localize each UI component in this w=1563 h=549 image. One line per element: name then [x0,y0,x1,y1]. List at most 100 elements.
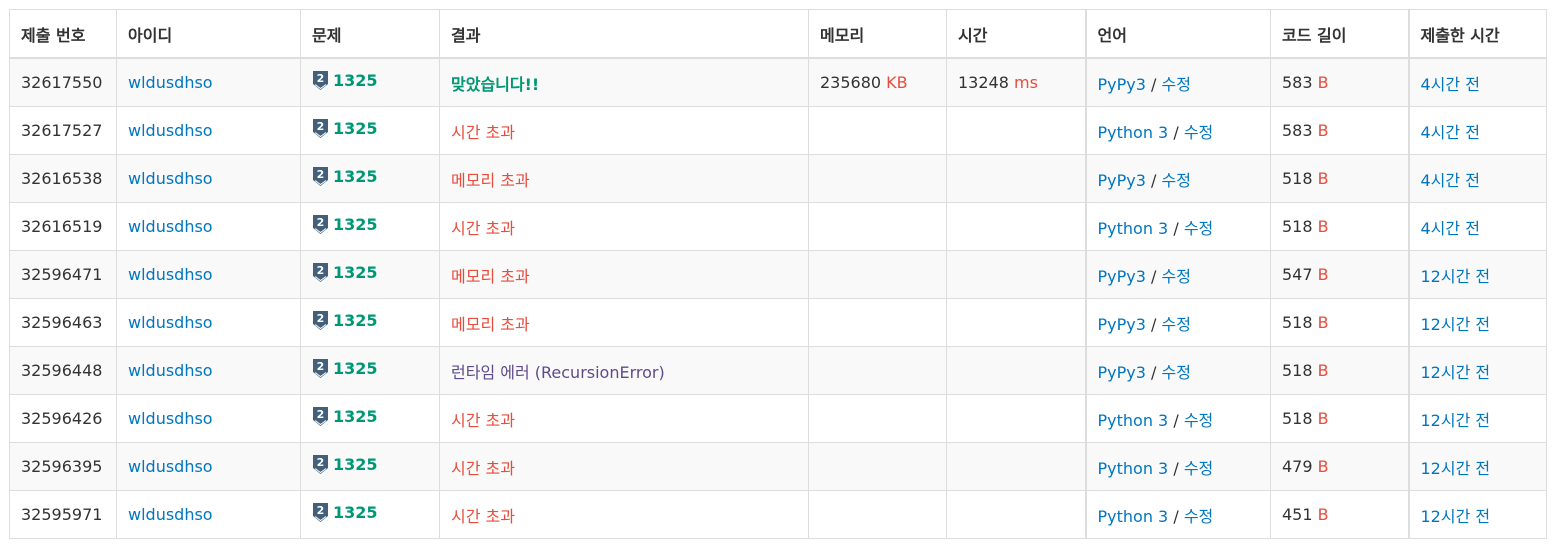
problem-number[interactable]: 1325 [333,263,378,282]
submitted-time-link[interactable]: 4시간 전 [1421,75,1480,94]
submitted-time-cell: 12시간 전 [1407,250,1547,299]
problem-link[interactable]: 2 1325 [312,262,378,283]
submitted-time-cell: 12시간 전 [1407,394,1547,443]
problem-cell: 2 1325 [300,154,440,203]
user-link[interactable]: wldusdhso [128,409,213,428]
problem-link[interactable]: 2 1325 [312,214,378,235]
submitted-time-link[interactable]: 12시간 전 [1421,411,1491,430]
submitted-time-link[interactable]: 12시간 전 [1421,363,1491,382]
problem-number[interactable]: 1325 [333,359,378,378]
language-link[interactable]: Python 3 [1098,459,1169,478]
submission-id-cell: 32596395 [9,442,117,491]
edit-link[interactable]: 수정 [1184,219,1213,238]
user-link[interactable]: wldusdhso [128,121,213,140]
submitted-time-link[interactable]: 4시간 전 [1421,219,1480,238]
result-text: 시간 초과 [451,218,515,238]
col-header-submission-id: 제출 번호 [9,9,117,59]
problem-link[interactable]: 2 1325 [312,166,378,187]
problem-link[interactable]: 2 1325 [312,358,378,379]
problem-number[interactable]: 1325 [333,215,378,234]
submission-id: 32595971 [21,505,103,524]
code-length-cell: 518 B [1270,202,1409,251]
submission-id-cell: 32596448 [9,346,117,395]
edit-link[interactable]: 수정 [1162,75,1191,94]
code-length-value: 518 [1282,361,1313,380]
submission-id-cell: 32617527 [9,106,117,155]
user-link[interactable]: wldusdhso [128,217,213,236]
language-link[interactable]: Python 3 [1098,411,1169,430]
user-cell: wldusdhso [116,202,301,251]
edit-link[interactable]: 수정 [1184,507,1213,526]
problem-number[interactable]: 1325 [333,71,378,90]
edit-link[interactable]: 수정 [1184,123,1213,142]
code-length-value: 451 [1282,505,1313,524]
language-link[interactable]: Python 3 [1098,507,1169,526]
edit-link[interactable]: 수정 [1162,171,1191,190]
submission-id: 32596463 [21,313,103,332]
submission-id-cell: 32596426 [9,394,117,443]
submitted-time-link[interactable]: 12시간 전 [1421,267,1491,286]
language-cell: PyPy3 / 수정 [1084,57,1271,107]
table-body: 32617550 wldusdhso 2 1325 맞았습니다!! 235680 KB 13… [9,57,1547,539]
user-link[interactable]: wldusdhso [128,457,213,476]
submitted-time-cell: 4시간 전 [1407,57,1547,107]
problem-number[interactable]: 1325 [333,503,378,522]
language-link[interactable]: PyPy3 [1098,363,1146,382]
language-link[interactable]: PyPy3 [1098,75,1146,94]
code-length-value: 518 [1282,169,1313,188]
user-link[interactable]: wldusdhso [128,265,213,284]
user-link[interactable]: wldusdhso [128,505,213,524]
problem-number[interactable]: 1325 [333,455,378,474]
edit-link[interactable]: 수정 [1162,363,1191,382]
submission-status-table: 제출 번호 아이디 문제 결과 메모리 시간 언어 코드 길이 제출한 시간 3… [9,9,1547,539]
user-cell: wldusdhso [116,57,301,107]
submitted-time-link[interactable]: 4시간 전 [1421,123,1480,142]
submitted-time-link[interactable]: 12시간 전 [1421,459,1491,478]
edit-link[interactable]: 수정 [1184,459,1213,478]
language-link[interactable]: Python 3 [1098,123,1169,142]
silver-2-tier-icon: 2 [312,70,329,91]
problem-link[interactable]: 2 1325 [312,502,378,523]
user-link[interactable]: wldusdhso [128,169,213,188]
problem-link[interactable]: 2 1325 [312,454,378,475]
time-unit: ms [1014,73,1038,92]
submitted-time-link[interactable]: 12시간 전 [1421,315,1491,334]
submission-id-cell: 32616538 [9,154,117,203]
table-row: 32596471 wldusdhso 2 1325 메모리 초과 PyPy3 / 수정 54… [9,250,1547,299]
user-link[interactable]: wldusdhso [128,73,213,92]
problem-number[interactable]: 1325 [333,311,378,330]
result-cell: 메모리 초과 [439,154,809,203]
silver-2-tier-icon: 2 [312,502,329,523]
user-link[interactable]: wldusdhso [128,361,213,380]
edit-link[interactable]: 수정 [1184,411,1213,430]
language-cell: PyPy3 / 수정 [1084,346,1271,395]
user-cell: wldusdhso [116,250,301,299]
problem-link[interactable]: 2 1325 [312,118,378,139]
code-length-value: 547 [1282,265,1313,284]
submitted-time-link[interactable]: 12시간 전 [1421,507,1491,526]
table-row: 32596395 wldusdhso 2 1325 시간 초과 Python 3 / 수정… [9,442,1547,491]
submitted-time-link[interactable]: 4시간 전 [1421,171,1480,190]
edit-link[interactable]: 수정 [1162,267,1191,286]
time-cell [946,442,1086,491]
language-link[interactable]: PyPy3 [1098,171,1146,190]
problem-link[interactable]: 2 1325 [312,70,378,91]
svg-text:2: 2 [317,72,325,85]
user-link[interactable]: wldusdhso [128,313,213,332]
language-link[interactable]: PyPy3 [1098,267,1146,286]
submitted-time-cell: 4시간 전 [1407,154,1547,203]
language-link[interactable]: Python 3 [1098,219,1169,238]
language-separator: / [1173,458,1179,478]
result-cell: 시간 초과 [439,394,809,443]
problem-link[interactable]: 2 1325 [312,310,378,331]
problem-number[interactable]: 1325 [333,119,378,138]
problem-number[interactable]: 1325 [333,407,378,426]
edit-link[interactable]: 수정 [1162,315,1191,334]
problem-number[interactable]: 1325 [333,167,378,186]
code-length-value: 518 [1282,313,1313,332]
language-link[interactable]: PyPy3 [1098,315,1146,334]
memory-cell [808,394,947,443]
code-length-unit: B [1317,121,1329,140]
problem-link[interactable]: 2 1325 [312,406,378,427]
time-cell [946,202,1086,251]
